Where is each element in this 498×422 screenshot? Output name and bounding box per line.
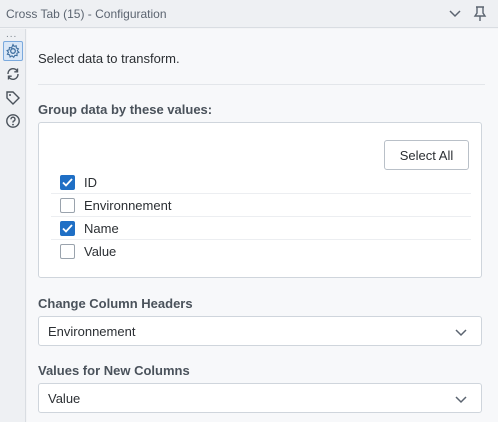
panel-title-bar: Cross Tab (15) - Configuration <box>0 0 498 28</box>
pin-icon[interactable] <box>470 4 490 24</box>
gear-icon[interactable] <box>3 41 23 61</box>
field-row-environnement[interactable]: Environnement <box>51 194 471 217</box>
checkbox-value[interactable] <box>60 244 75 259</box>
field-row-id[interactable]: ID <box>51 171 471 194</box>
checkbox-environnement[interactable] <box>60 197 75 213</box>
chevron-down-icon[interactable] <box>445 4 465 24</box>
help-icon[interactable] <box>3 111 23 131</box>
field-label: Name <box>84 220 119 236</box>
field-label: ID <box>84 174 97 190</box>
column-headers-value: Environnement <box>48 323 136 339</box>
values-select[interactable]: Value <box>38 383 482 413</box>
change-column-headers-label: Change Column Headers <box>38 296 193 311</box>
column-headers-select[interactable]: Environnement <box>38 316 482 346</box>
tag-icon[interactable] <box>3 88 23 108</box>
checkbox-id[interactable] <box>60 174 75 190</box>
group-by-label: Group data by these values: <box>38 102 213 117</box>
checkbox-name[interactable] <box>60 220 75 236</box>
panel-title: Cross Tab (15) - Configuration <box>6 7 167 21</box>
field-row-name[interactable]: Name <box>51 217 471 240</box>
select-all-button[interactable]: Select All <box>384 140 469 170</box>
chevron-down-icon <box>455 325 467 337</box>
rail-dots: ... <box>6 29 18 40</box>
values-new-columns-label: Values for New Columns <box>38 363 190 378</box>
refresh-icon[interactable] <box>3 64 23 84</box>
intro-text: Select data to transform. <box>38 51 180 66</box>
group-by-field-list: Select All ID Environnement Name Value <box>38 122 482 278</box>
field-label: Environnement <box>84 197 172 213</box>
left-rail: ... <box>0 29 26 422</box>
chevron-down-icon <box>455 392 467 404</box>
field-label: Value <box>84 244 117 259</box>
values-select-value: Value <box>48 390 81 406</box>
configuration-panel: Select data to transform. Group data by … <box>27 29 498 422</box>
field-row-value[interactable]: Value <box>51 240 471 263</box>
divider <box>38 84 485 85</box>
